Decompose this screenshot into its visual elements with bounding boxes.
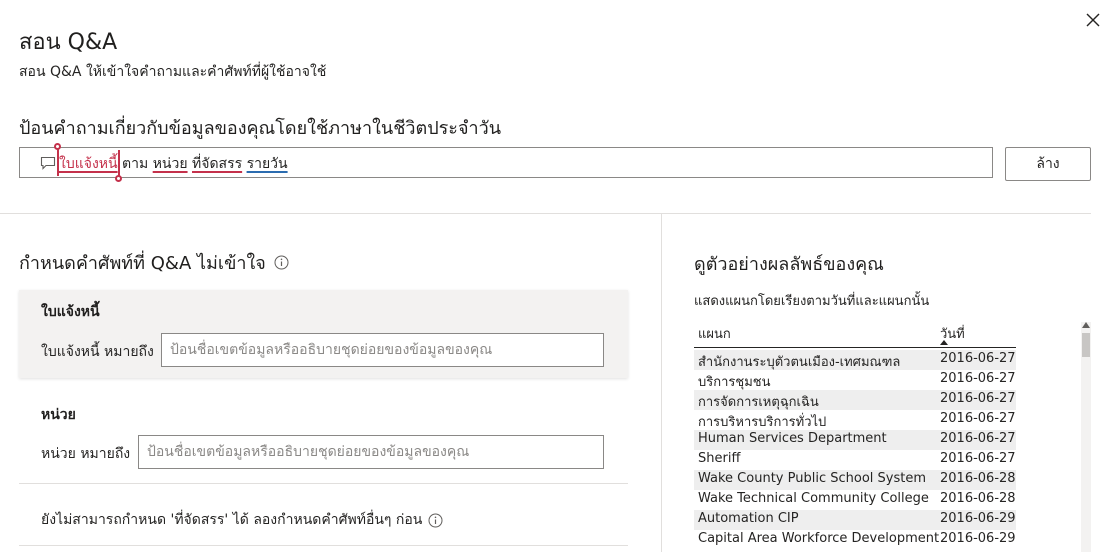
cell-date: 2016-06-28 [940,491,1016,506]
cell-date: 2016-06-29 [940,531,1016,546]
term-definition-input[interactable] [138,435,604,469]
table-row: การจัดการเหตุฉุกเฉิน 2016-06-27 [694,390,1016,410]
selection-end-line [118,150,120,176]
cell-date: 2016-06-28 [940,471,1016,486]
term-card-unit: หน่วย หน่วย หมายถึง [19,394,628,484]
term-card-invoice: ใบแจ้งหนี้ ใบแจ้งหนี้ หมายถึง [19,290,628,378]
column-header-department[interactable]: แผนก [698,323,731,344]
scrollbar-thumb[interactable] [1082,333,1090,357]
term-meaning-label: ใบแจ้งหนี้ หมายถึง [41,344,154,360]
define-terms-title: กำหนดคำศัพท์ที่ Q&A ไม่เข้าใจ [19,248,289,277]
token-by: ตาม [122,156,149,172]
cell-department: สำนักงานระบุตัวตนเมือง-เทศมณฑล [698,355,901,370]
token-daily[interactable]: รายวัน [247,156,288,172]
token-unit[interactable]: หน่วย [153,156,188,172]
table-row: Automation CIP 2016-06-29 [694,510,1016,530]
table-row: Sheriff 2016-06-27 [694,450,1016,470]
cell-department: Wake County Public School System [698,471,926,486]
results-table-header: แผนก วันที่ [694,320,1016,346]
dialog-subtitle: สอน Q&A ให้เข้าใจคำถามและคำศัพท์ที่ผู้ใช… [19,64,327,80]
speech-bubble-icon [40,156,56,170]
term-definition-input[interactable] [161,333,604,367]
cell-date: 2016-06-27 [940,451,1016,466]
sort-ascending-icon [940,340,948,345]
info-icon[interactable] [274,255,289,270]
question-prompt: ป้อนคำถามเกี่ยวกับข้อมูลของคุณโดยใช้ภาษา… [19,118,502,139]
selection-end-handle[interactable] [115,175,122,182]
table-row: Wake Technical Community College 2016-06-… [694,490,1016,510]
vertical-divider [661,213,662,552]
cannot-define-note: ยังไม่สามารถกำหนด 'ที่จัดสรร' ได้ ลองกำห… [41,509,443,531]
term-card-separator [19,483,628,484]
term-meaning-label: หน่วย หมายถึง [41,446,131,462]
cell-date: 2016-06-27 [940,411,1016,426]
cell-department: Human Services Department [698,431,887,446]
cell-date: 2016-06-27 [940,371,1016,386]
cell-date: 2016-06-27 [940,391,1016,406]
question-input[interactable]: ใบแจ้งหนี้ ตาม หน่วย ที่จัดสรร รายวัน [19,147,993,178]
dialog-title: สอน Q&A [19,30,118,55]
cell-department: การจัดการเหตุฉุกเฉิน [698,395,819,410]
question-text[interactable]: ใบแจ้งหนี้ ตาม หน่วย ที่จัดสรร รายวัน [59,153,288,175]
scroll-up-arrow-icon[interactable] [1082,322,1090,328]
cell-date: 2016-06-27 [940,431,1016,446]
cell-department: Sheriff [698,451,741,466]
table-header-rule [694,347,1016,348]
table-row: Wake County Public School System 2016-06-… [694,470,1016,490]
cell-date: 2016-06-29 [940,511,1016,526]
horizontal-divider [0,213,1091,214]
table-row: Capital Area Workforce Development 2016-0… [694,530,1016,550]
results-table-body: สำนักงานระบุตัวตนเมือง-เทศมณฑล 2016-06-27… [694,350,1016,550]
selection-start-handle[interactable] [54,143,61,150]
preview-subtitle: แสดงแผนกโดยเรียงตามวันที่และแผนกนั้น [694,294,930,309]
table-row: บริการชุมชน 2016-06-27 [694,370,1016,390]
cell-department: Automation CIP [698,511,799,526]
preview-title: ดูตัวอย่างผลลัพธ์ของคุณ [694,254,884,275]
table-row: Human Services Department 2016-06-27 [694,430,1016,450]
cannot-define-text: ยังไม่สามารถกำหนด 'ที่จัดสรร' ได้ ลองกำห… [41,512,423,528]
cell-department: บริการชุมชน [698,375,771,390]
info-icon[interactable] [428,513,443,528]
cell-department: การบริหารบริการทั่วไป [698,415,827,430]
selection-start-line [57,148,59,176]
clear-button[interactable]: ล้าง [1005,147,1091,181]
define-terms-label: กำหนดคำศัพท์ที่ Q&A ไม่เข้าใจ [19,253,266,274]
token-allocated[interactable]: ที่จัดสรร [192,156,242,172]
cell-department: Wake Technical Community College [698,491,929,506]
close-icon [1086,13,1100,27]
term-card-separator [19,545,628,546]
token-invoice[interactable]: ใบแจ้งหนี้ [59,156,118,172]
close-button[interactable] [1083,10,1103,30]
cell-department: Capital Area Workforce Development [698,531,940,546]
table-row: การบริหารบริการทั่วไป 2016-06-27 [694,410,1016,430]
table-row: สำนักงานระบุตัวตนเมือง-เทศมณฑล 2016-06-27 [694,350,1016,370]
term-name: หน่วย [41,407,76,423]
term-name: ใบแจ้งหนี้ [41,304,100,320]
cell-date: 2016-06-27 [940,351,1016,366]
